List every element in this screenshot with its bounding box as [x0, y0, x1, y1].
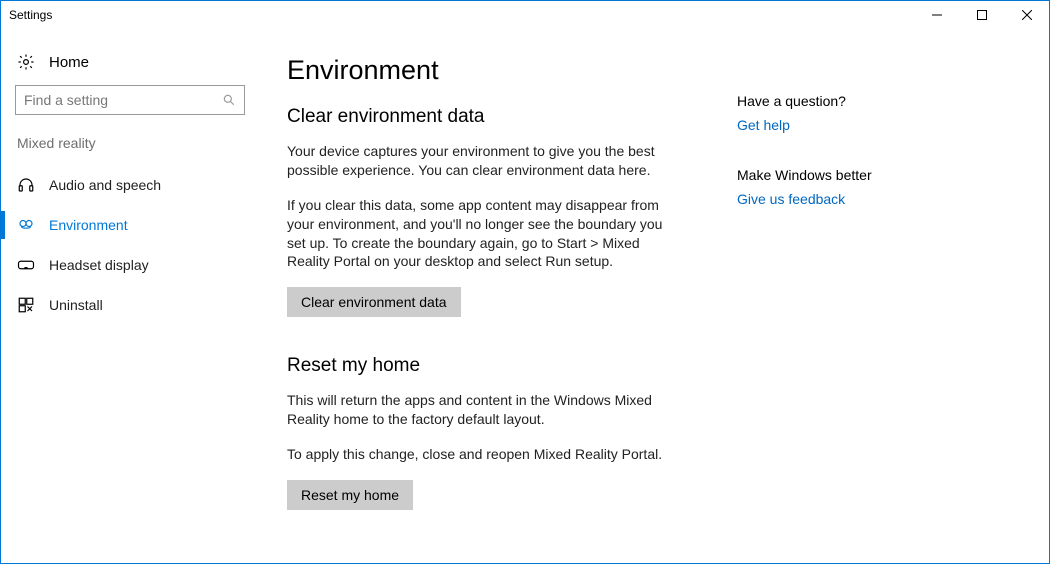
section-title-reset-home: Reset my home: [287, 355, 677, 377]
search-field[interactable]: [24, 92, 222, 108]
give-feedback-link[interactable]: Give us feedback: [737, 191, 927, 207]
sidebar-item-environment[interactable]: Environment: [1, 205, 271, 245]
environment-icon: [17, 216, 35, 234]
sidebar-item-uninstall[interactable]: Uninstall: [1, 285, 271, 325]
uninstall-icon: [17, 296, 35, 314]
sidebar-item-headset-display[interactable]: Headset display: [1, 245, 271, 285]
sidebar-item-label: Audio and speech: [49, 177, 161, 193]
help-group: Have a question? Get help: [737, 93, 927, 133]
clear-environment-data-button[interactable]: Clear environment data: [287, 287, 461, 317]
vr-headset-icon: [17, 256, 35, 274]
headset-icon: [17, 176, 35, 194]
body-text: Your device captures your environment to…: [287, 142, 677, 180]
reset-my-home-button[interactable]: Reset my home: [287, 480, 413, 510]
get-help-link[interactable]: Get help: [737, 117, 927, 133]
gear-icon: [17, 53, 35, 71]
home-label: Home: [49, 54, 89, 71]
main-area: Environment Clear environment data Your …: [271, 29, 1049, 563]
window-title: Settings: [9, 8, 52, 22]
help-title: Have a question?: [737, 93, 927, 109]
sidebar-item-label: Headset display: [49, 257, 149, 273]
titlebar: Settings: [1, 1, 1049, 29]
maximize-icon: [977, 10, 987, 20]
close-icon: [1022, 10, 1032, 20]
body-text: This will return the apps and content in…: [287, 391, 677, 429]
minimize-icon: [932, 10, 942, 20]
sidebar-item-label: Environment: [49, 217, 128, 233]
body-text: If you clear this data, some app content…: [287, 196, 677, 272]
right-rail: Have a question? Get help Make Windows b…: [737, 55, 927, 563]
sidebar-item-label: Uninstall: [49, 297, 103, 313]
search-input[interactable]: [15, 85, 245, 115]
home-button[interactable]: Home: [1, 47, 271, 85]
feedback-title: Make Windows better: [737, 167, 927, 183]
sidebar: Home Mixed reality: [1, 29, 271, 563]
section-title-clear-env: Clear environment data: [287, 106, 677, 128]
search-icon: [222, 93, 236, 107]
maximize-button[interactable]: [959, 1, 1004, 29]
window-controls: [914, 1, 1049, 28]
sidebar-nav: Audio and speech Environment: [1, 161, 271, 325]
feedback-group: Make Windows better Give us feedback: [737, 167, 927, 207]
close-button[interactable]: [1004, 1, 1049, 29]
sidebar-item-audio-and-speech[interactable]: Audio and speech: [1, 165, 271, 205]
settings-window: Settings Home: [0, 0, 1050, 564]
page-title: Environment: [287, 55, 677, 86]
content-column: Environment Clear environment data Your …: [287, 55, 677, 563]
sidebar-group-label: Mixed reality: [1, 135, 271, 161]
minimize-button[interactable]: [914, 1, 959, 29]
body-text: To apply this change, close and reopen M…: [287, 445, 677, 464]
